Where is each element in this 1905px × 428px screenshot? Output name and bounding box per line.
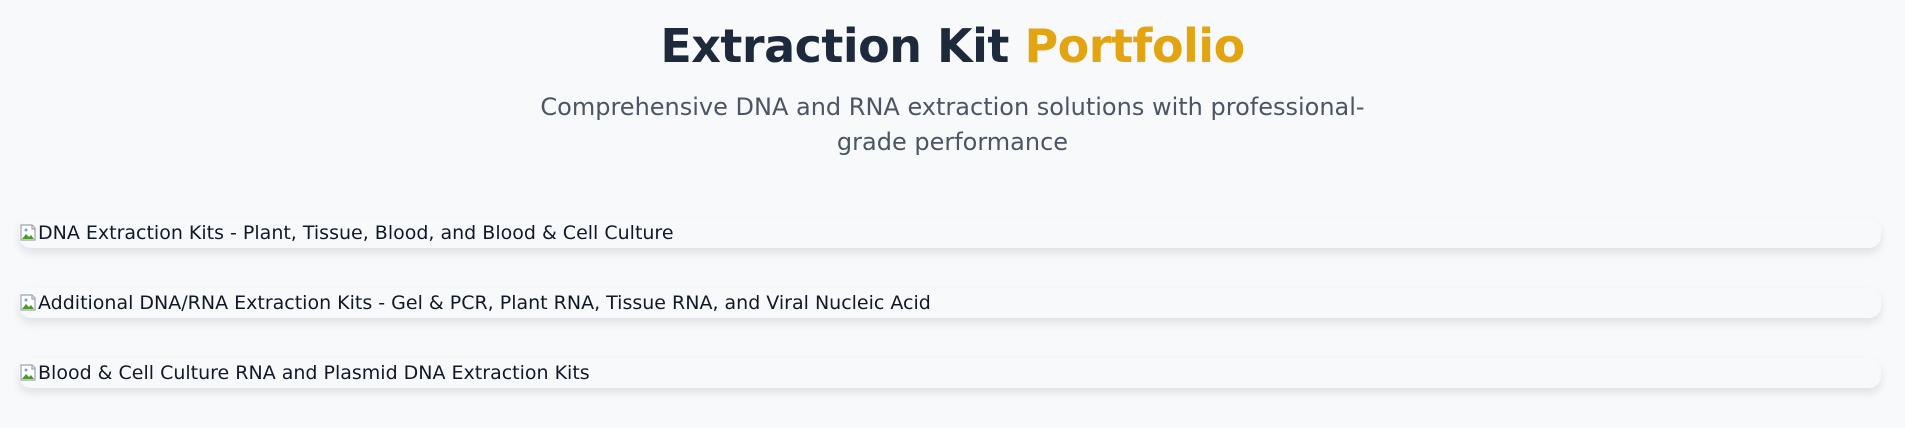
- portfolio-header: Extraction Kit Portfolio Comprehensive D…: [0, 18, 1905, 160]
- broken-image-icon: [20, 294, 36, 311]
- page-subtitle: Comprehensive DNA and RNA extraction sol…: [540, 93, 1365, 156]
- kit-image-list: DNA Extraction Kits - Plant, Tissue, Blo…: [19, 218, 1881, 428]
- broken-image-icon: [20, 224, 36, 241]
- kit-card-rna-plasmid-extraction: Blood & Cell Culture RNA and Plasmid DNA…: [19, 358, 1881, 388]
- kit-card-dna-extraction: DNA Extraction Kits - Plant, Tissue, Blo…: [19, 218, 1881, 248]
- kit-image-alt-text: Additional DNA/RNA Extraction Kits - Gel…: [38, 292, 931, 314]
- kit-image-alt-text: DNA Extraction Kits - Plant, Tissue, Blo…: [38, 222, 674, 244]
- kit-card-additional-extraction: Additional DNA/RNA Extraction Kits - Gel…: [19, 288, 1881, 318]
- broken-image-icon: [20, 364, 36, 381]
- page-title-main: Extraction Kit: [660, 19, 1009, 73]
- kit-image-dna-extraction: DNA Extraction Kits - Plant, Tissue, Blo…: [19, 218, 674, 248]
- kit-image-rna-plasmid-extraction: Blood & Cell Culture RNA and Plasmid DNA…: [19, 358, 590, 388]
- page-title: Extraction Kit Portfolio: [0, 18, 1905, 74]
- kit-image-additional-extraction: Additional DNA/RNA Extraction Kits - Gel…: [19, 288, 931, 318]
- page-title-accent: Portfolio: [1024, 19, 1245, 73]
- kit-image-alt-text: Blood & Cell Culture RNA and Plasmid DNA…: [38, 362, 590, 384]
